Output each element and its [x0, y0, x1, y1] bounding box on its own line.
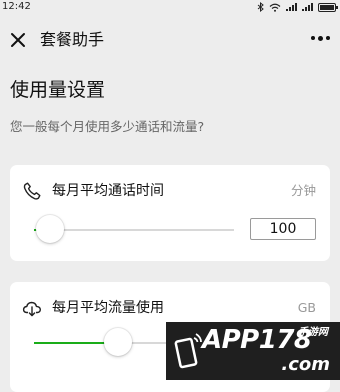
card-unit: GB	[297, 300, 316, 315]
nav-title: 套餐助手	[40, 30, 105, 49]
cloud-download-icon	[22, 301, 41, 317]
slider-thumb[interactable]	[104, 328, 132, 356]
phone-logo-icon	[174, 333, 202, 369]
call-time-slider[interactable]	[34, 215, 234, 245]
signal-icon	[302, 3, 313, 11]
status-bar: 12:42	[0, 0, 340, 14]
page-subtitle: 您一般每个月使用多少通话和流量?	[10, 119, 205, 134]
watermark-brand: APP178	[202, 325, 312, 355]
status-time: 12:42	[2, 1, 31, 12]
phone-icon	[23, 182, 41, 200]
card-title: 每月平均流量使用	[52, 300, 164, 316]
battery-icon	[318, 2, 338, 12]
call-time-card: 每月平均通话时间 分钟	[10, 165, 330, 261]
page-title: 使用量设置	[10, 79, 106, 101]
signal-icon	[286, 3, 297, 11]
nav-bar: 套餐助手	[0, 14, 340, 66]
card-unit: 分钟	[290, 183, 316, 198]
watermark: APP178 手游网 .com	[166, 322, 340, 380]
slider-track	[34, 229, 234, 231]
more-icon[interactable]	[311, 35, 330, 41]
card-title: 每月平均通话时间	[52, 183, 164, 199]
watermark-domain: .com	[281, 354, 330, 375]
watermark-sub: 手游网	[298, 327, 328, 338]
wifi-icon	[269, 3, 281, 12]
close-icon[interactable]	[10, 32, 26, 48]
status-icons	[257, 2, 338, 12]
bluetooth-icon	[257, 2, 264, 12]
call-time-input[interactable]	[250, 218, 316, 240]
slider-thumb[interactable]	[36, 215, 64, 243]
